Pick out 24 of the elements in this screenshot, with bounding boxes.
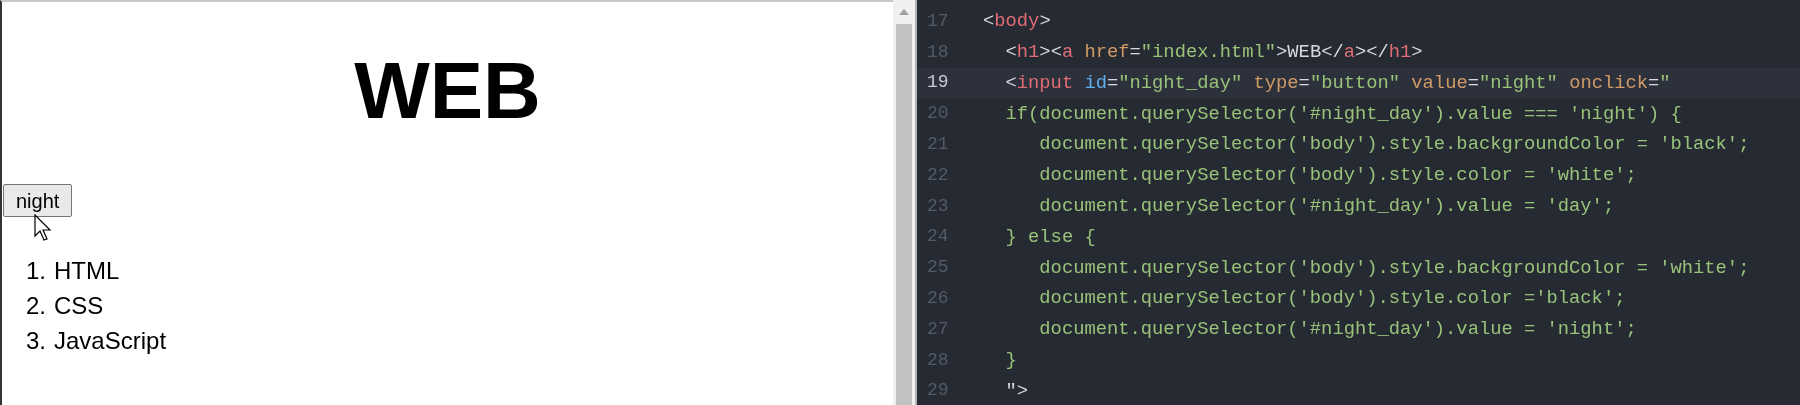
night-button[interactable]: night [3, 184, 73, 217]
code-line: document.querySelector('body').style.color ='black'; [1038, 286, 1626, 312]
list-number: 3. [26, 326, 47, 356]
code-line: document.querySelector('#night_day').value = 'night'; [1038, 317, 1637, 343]
code-line: if(document.querySelector('#night_day').value === 'night') { [1004, 101, 1682, 127]
code-line: <body> [983, 9, 1051, 35]
list-item: HTML [54, 256, 120, 286]
code-line: document.querySelector('#night_day').value = 'day'; [1038, 194, 1615, 220]
code-line: <input id="night_day" type="button" value="night" onclick=" [1004, 70, 1671, 96]
code-line: } [1004, 348, 1017, 374]
code-line: document.querySelector('body').style.color = 'white'; [1038, 163, 1637, 189]
list-number: 2. [26, 291, 47, 321]
line-number: 19 [926, 71, 950, 95]
code-line: <h1><a href="index.html">WEB</a></h1> [1004, 40, 1423, 66]
code-line: } else { [1004, 224, 1096, 250]
list-number: 1. [26, 256, 47, 286]
page-heading: WEB [354, 46, 541, 136]
pointer-icon [34, 214, 52, 242]
list-item: JavaScript [54, 326, 167, 356]
scroll-up-icon [898, 8, 910, 16]
code-line: document.querySelector('body').style.backgroundColor = 'white'; [1038, 255, 1750, 281]
code-line: document.querySelector('body').style.backgroundColor = 'black'; [1038, 132, 1750, 158]
code-line: "> [1004, 378, 1029, 404]
list-item: CSS [54, 291, 104, 321]
